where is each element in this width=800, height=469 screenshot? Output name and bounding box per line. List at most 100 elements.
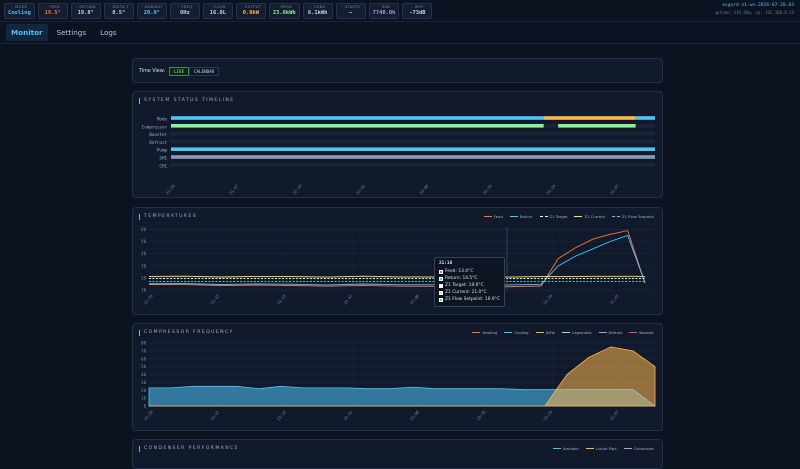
status-chip-value: 16.0L xyxy=(209,10,227,16)
timeline-track xyxy=(171,139,655,144)
status-chip-value: 6.1kWh xyxy=(307,10,328,16)
timeline-row-label: SH1 xyxy=(159,156,167,161)
status-chip-prod: ◦ PROD 23.6kWh xyxy=(268,3,300,19)
x-tick-label: 23:35 xyxy=(475,409,486,421)
y-tick-label: 0 xyxy=(144,404,147,409)
legend-swatch xyxy=(623,447,632,450)
status-chip-value: Cooling xyxy=(8,10,31,16)
timeline-chart: Mode Compressor Booster Defrost Pump SH1 CH1 21… xyxy=(142,116,655,196)
legend-item[interactable]: Condenser xyxy=(623,446,654,451)
tooltip-row: Z1 Current: 21.0°C xyxy=(439,289,500,296)
y-tick-label: 20 xyxy=(141,275,146,280)
status-chip-value: 19.5° xyxy=(44,10,61,16)
tab-logs[interactable]: Logs xyxy=(95,24,122,41)
timeline-tick-label: 21:28 xyxy=(165,183,177,196)
tooltip-text: Return: 14.5°C xyxy=(445,276,478,281)
timeline-segment xyxy=(635,116,655,120)
status-chip-flow: ◦ FLOW 16.0L xyxy=(202,3,233,19)
x-tick-label: 21:28 xyxy=(143,293,155,306)
x-tick-label: 23:08 xyxy=(409,409,421,422)
y-tick-label: 60 xyxy=(141,356,146,361)
status-chip-delta-t: ◦ DELTA T 0.5° xyxy=(103,3,134,19)
tooltip-row: Return: 14.5°C xyxy=(439,275,500,282)
x-tick-label: 21:47 xyxy=(609,293,620,305)
status-chip-ambient: ◦ AMBIENT 20.0° xyxy=(136,3,167,19)
timeline-segment xyxy=(171,147,655,151)
tooltip-text: Z1 Target: 19.6°C xyxy=(445,283,484,288)
device-hostname: asgard-z1-wn-2026-07-20.03 xyxy=(722,3,794,8)
compressor-chart: 0 10 20 30 40 50 60 70 80 21:28 21:47 22:14 22:41 23:… xyxy=(141,341,657,422)
series-line-return xyxy=(148,234,646,286)
timeline-track xyxy=(171,131,655,136)
status-chip-value: – xyxy=(349,10,353,16)
status-bar: ◦ MODE Cooling ◦ FEED 19.5° ◦ RETURN 19.8° ◦ D… xyxy=(0,0,800,22)
y-tick-label: 10 xyxy=(141,396,146,401)
timeline-row-label: Defrost xyxy=(149,140,167,145)
tooltip-row: Z1 Target: 19.6°C xyxy=(439,282,500,289)
timeline-segment xyxy=(171,124,544,128)
y-tick-label: 10 xyxy=(141,288,146,293)
series-line-z1-current xyxy=(148,275,646,278)
x-tick-label: 21:24 xyxy=(542,293,554,306)
live-button[interactable]: LIVE xyxy=(169,67,190,76)
y-tick-label: 50 xyxy=(141,364,146,369)
x-tick-label: 21:47 xyxy=(209,409,220,421)
status-chip-freq: ◦ FREQ 0Hz xyxy=(169,3,200,19)
y-tick-label: 50 xyxy=(141,239,146,244)
time-view-label: Time View: xyxy=(139,69,166,74)
status-chip-value: -73dB xyxy=(409,10,426,16)
timeline-tick-label: 23:35 xyxy=(482,183,493,195)
main-content: Time View: LIVE CALENDAR SYSTEM STATUS T… xyxy=(0,45,800,469)
legend-item[interactable]: Liquid Pipe xyxy=(585,446,617,451)
legend-swatch xyxy=(552,447,561,450)
timeline-tick-label: 23:08 xyxy=(418,183,430,196)
compressor-card: COMPRESSOR FREQUENCY Heating Cooling DHW Le… xyxy=(132,323,663,431)
y-tick-label: 40 xyxy=(141,372,146,377)
x-tick-label: 21:28 xyxy=(143,409,155,422)
status-chip-run: ◦ RUN 7748.0h xyxy=(368,3,400,19)
legend-swatch xyxy=(585,447,594,450)
condenser-title: CONDENSER PERFORMANCE xyxy=(139,446,239,452)
legend-label: Ambient xyxy=(562,446,579,451)
tooltip-text: Feed: 13.0°C xyxy=(445,269,474,274)
tooltip-row: Z1 Flow Setpoint: 16.9°C xyxy=(439,296,500,303)
timeline-segment xyxy=(171,116,544,120)
temperatures-tooltip: 21:10 Feed: 13.0°C Return: 14.5°C Z1 Targe… xyxy=(434,257,505,307)
status-chip-value: 19.8° xyxy=(77,10,94,16)
legend-label: Condenser xyxy=(633,446,654,451)
status-chip-output: ◦ OUTPUT 0.0kW xyxy=(235,3,266,19)
status-chip-value: 0Hz xyxy=(180,10,190,16)
status-chip-value: 20.0° xyxy=(143,10,160,16)
tab-monitor[interactable]: Monitor xyxy=(6,24,48,41)
tooltip-swatch xyxy=(439,290,443,295)
temperatures-chart: 10203040506021:2821:4722:1422:4123:0823:… xyxy=(141,227,655,306)
condenser-card: CONDENSER PERFORMANCE Ambient Liquid Pipe… xyxy=(132,439,663,469)
status-chip-wifi: ◦ WIFI -73dB xyxy=(402,3,433,19)
tooltip-swatch xyxy=(439,283,443,288)
timeline-segment xyxy=(171,155,655,159)
timeline-track xyxy=(171,163,655,167)
x-tick-label: 21:24 xyxy=(542,409,554,422)
timeline-tick-label: 22:14 xyxy=(291,183,303,196)
x-tick-label: 21:47 xyxy=(209,293,220,305)
y-tick-label: 30 xyxy=(141,380,146,385)
y-tick-label: 30 xyxy=(141,263,146,268)
x-tick-label: 22:41 xyxy=(342,293,354,306)
status-chip-return: ◦ RETURN 19.8° xyxy=(70,3,101,19)
status-chip-value: 0.5° xyxy=(112,10,126,16)
legend-item[interactable]: Ambient xyxy=(552,446,579,451)
timeline-card: SYSTEM STATUS TIMELINE Mode Compressor Boo… xyxy=(132,91,663,198)
status-chips: ◦ MODE Cooling ◦ FEED 19.5° ◦ RETURN 19.8° ◦ D… xyxy=(4,3,433,19)
tab-settings[interactable]: Settings xyxy=(52,24,91,41)
tooltip-swatch xyxy=(439,297,443,302)
main-nav: Monitor Settings Logs xyxy=(0,22,800,44)
timeline-row-label: CH1 xyxy=(159,163,167,168)
status-chip-mode: ◦ MODE Cooling xyxy=(4,3,35,19)
y-tick-label: 60 xyxy=(141,227,146,232)
tooltip-row: Feed: 13.0°C xyxy=(439,268,500,275)
status-chip-value: 23.6kWh xyxy=(272,10,296,16)
tooltip-time: 21:10 xyxy=(439,261,453,266)
status-chip-cons: ◦ CONS 6.1kWh xyxy=(302,3,333,19)
calendar-button[interactable]: CALENDAR xyxy=(189,67,220,76)
tooltip-text: Z1 Current: 21.0°C xyxy=(445,290,487,295)
